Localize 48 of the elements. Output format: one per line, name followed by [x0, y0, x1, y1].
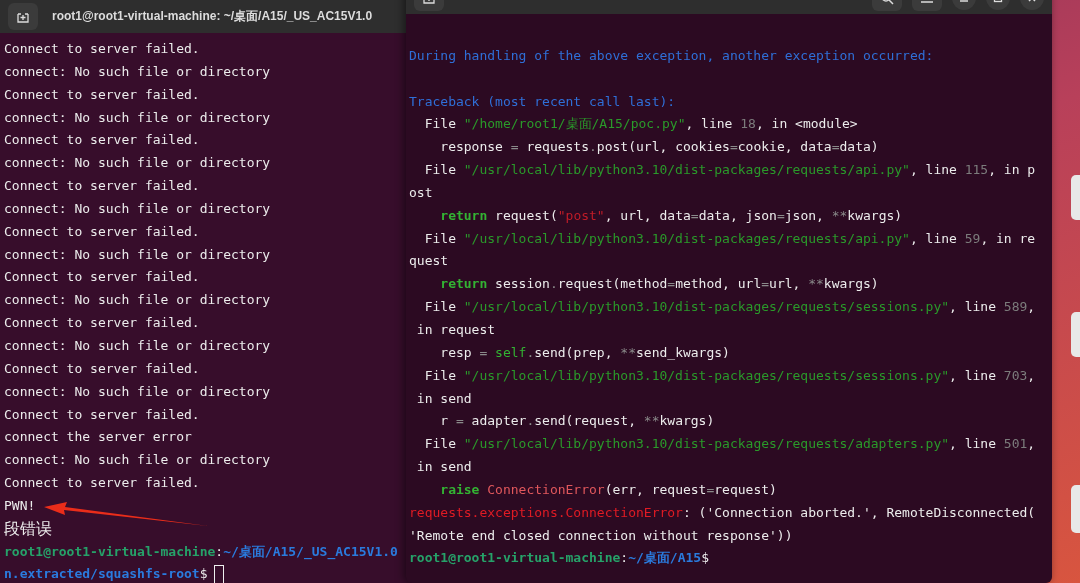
shell-prompt: root1@root1-virtual-machine:~/桌面/A15$: [409, 549, 709, 568]
terminal-line: Connect to server failed.: [4, 177, 200, 196]
terminal-line: File "/usr/local/lib/python3.10/dist-packages/requests/api.py", line 115, in p: [423, 161, 1036, 180]
terminal-line: File "/usr/local/lib/python3.10/dist-packages/requests/sessions.py", line 703,: [423, 366, 1036, 385]
terminal-line: connect: No such file or directory: [4, 382, 271, 401]
terminal-line: Connect to server failed.: [4, 40, 200, 58]
terminal-line: File "/home/root1/桌面/A15/poc.py", line 18, in <module>: [423, 115, 858, 134]
terminal-line: 'Remote end closed connection without response')): [409, 526, 793, 545]
terminal-line: During handling of the above exception, another exception occurred:: [409, 46, 934, 65]
terminal-line: File "/usr/local/lib/python3.10/dist-packages/requests/adapters.py", line 501,: [423, 435, 1036, 454]
terminal-line: ost: [409, 183, 433, 202]
terminal-line: 段错误: [4, 517, 52, 540]
terminal-line: connect: No such file or directory: [4, 108, 271, 127]
terminal-line: Connect to server failed.: [4, 474, 200, 493]
terminal-line: Connect to server failed.: [4, 405, 200, 424]
terminal-line: connect: No such file or directory: [4, 291, 271, 310]
terminal-line: return session.request(method=method, url=url, **kwargs): [439, 275, 879, 294]
terminal-line: Connect to server failed.: [4, 359, 200, 378]
terminal-line: Traceback (most recent call last):: [409, 92, 676, 111]
terminal-line: Connect to server failed.: [4, 85, 200, 104]
terminal-line: quest: [409, 252, 449, 271]
terminal-line: in send: [415, 458, 472, 477]
terminal-line: response = requests.post(url, cookies=cookie, data=data): [439, 138, 879, 157]
terminal-line: PWN!: [4, 496, 36, 515]
terminal-line: requests.exceptions.ConnectionError: ('Connection aborted.', RemoteDisconnected(: [409, 503, 1036, 522]
terminal-line: raise ConnectionError(err, request=request): [439, 480, 777, 499]
terminal-line: in send: [415, 389, 472, 408]
shell-prompt: n.extracted/squashfs-root$: [4, 565, 208, 583]
terminal-line: File "/usr/local/lib/python3.10/dist-packages/requests/api.py", line 59, in re: [423, 229, 1036, 248]
terminal-line: Connect to server failed.: [4, 314, 200, 333]
terminal-line: File "/usr/local/lib/python3.10/dist-packages/requests/sessions.py", line 589,: [423, 298, 1036, 317]
terminal-line: Connect to server failed.: [4, 131, 200, 150]
terminal-line: connect the server error: [4, 428, 192, 447]
terminal-line: return request("post", url, data=data, json=json, **kwargs): [439, 206, 903, 225]
terminal-line: resp = self.send(prep, **send_kwargs): [439, 343, 730, 362]
terminal-line: connect: No such file or directory: [4, 154, 271, 173]
terminal-line: in request: [415, 320, 496, 339]
terminal-line: Connect to server failed.: [4, 268, 200, 287]
new-tab-button[interactable]: [8, 3, 38, 30]
terminal-line: connect: No such file or directory: [4, 245, 271, 264]
window-title: root1@root1-virtual-machine: ~/桌面/A15/_US_AC15V1.0: [52, 8, 373, 25]
terminal-line: Connect to server failed.: [4, 222, 200, 241]
terminal-line: connect: No such file or directory: [4, 62, 271, 81]
terminal-line: connect: No such file or directory: [4, 199, 271, 218]
terminal-line: connect: No such file or directory: [4, 336, 271, 355]
terminal-line: r = adapter.send(request, **kwargs): [439, 412, 715, 431]
terminal-line: connect: No such file or directory: [4, 451, 271, 470]
shell-prompt: root1@root1-virtual-machine:~/桌面/A15/_US_AC15V1.0: [4, 542, 398, 562]
